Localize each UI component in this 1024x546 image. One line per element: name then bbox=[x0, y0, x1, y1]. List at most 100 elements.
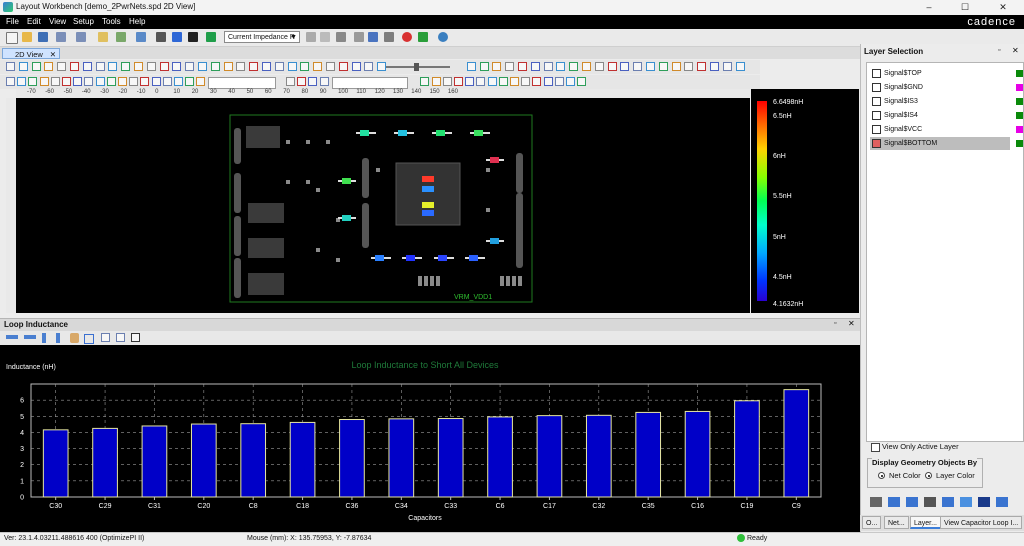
toolbar-button-icon[interactable] bbox=[543, 77, 553, 86]
toolbar-button-icon[interactable] bbox=[185, 77, 195, 86]
menu-help[interactable]: Help bbox=[129, 17, 145, 26]
toolbar-button-icon[interactable] bbox=[465, 77, 475, 86]
toolbar-button-icon[interactable] bbox=[479, 62, 489, 71]
bar-c29[interactable] bbox=[92, 427, 118, 498]
toolbar-button-icon[interactable] bbox=[174, 77, 183, 86]
net-color-radio[interactable] bbox=[878, 472, 885, 479]
toolbar-button-icon[interactable] bbox=[313, 62, 323, 71]
bar-c18[interactable] bbox=[289, 421, 316, 498]
layer-tool-icon[interactable] bbox=[888, 497, 900, 507]
folder-icon[interactable] bbox=[98, 32, 108, 42]
toolbar-button-icon[interactable] bbox=[297, 77, 307, 86]
toolbar-button-icon[interactable] bbox=[442, 77, 452, 86]
toolbar-button-icon[interactable] bbox=[620, 62, 630, 71]
toolbar-button-icon[interactable] bbox=[57, 62, 67, 71]
toolbar-button-icon[interactable] bbox=[487, 77, 497, 86]
maximize-button[interactable]: ☐ bbox=[952, 1, 978, 14]
toolbar-button-icon[interactable] bbox=[454, 77, 463, 86]
toolbar-button-icon[interactable] bbox=[129, 77, 139, 86]
pan-hand-icon[interactable] bbox=[70, 333, 79, 343]
tab-view-capacitor-loop[interactable]: View Capacitor Loop I... bbox=[940, 516, 1023, 529]
report-icon[interactable] bbox=[206, 32, 216, 42]
layer-row-vcc[interactable]: Signal$VCC bbox=[870, 123, 1023, 136]
close-button[interactable]: ✕ bbox=[990, 1, 1016, 14]
toolbar-button-icon[interactable] bbox=[108, 62, 118, 71]
toolbar-button-icon[interactable] bbox=[28, 77, 38, 86]
copy-icon[interactable] bbox=[354, 32, 364, 42]
toolbar-button-icon[interactable] bbox=[140, 77, 150, 86]
bar-c6[interactable] bbox=[487, 416, 513, 498]
layer-visibility-icon[interactable] bbox=[872, 125, 881, 134]
toolbar-button-icon[interactable] bbox=[646, 62, 655, 71]
export-icon[interactable] bbox=[136, 32, 146, 42]
layer-row-gnd[interactable]: Signal$GND bbox=[870, 81, 1023, 94]
menu-setup[interactable]: Setup bbox=[73, 17, 94, 26]
play-icon[interactable] bbox=[172, 32, 182, 42]
zoom-fit-icon[interactable] bbox=[116, 333, 125, 342]
toolbar-button-icon[interactable] bbox=[697, 62, 707, 71]
toolbar-button-icon[interactable] bbox=[82, 62, 92, 71]
toolbar-button-icon[interactable] bbox=[351, 62, 361, 71]
layer-row-is4[interactable]: Signal$IS4 bbox=[870, 109, 1023, 122]
toolbar-button-icon[interactable] bbox=[658, 62, 668, 71]
bar-c8[interactable] bbox=[240, 423, 267, 498]
layer-tool-icon[interactable] bbox=[942, 497, 954, 507]
layer-visibility-icon[interactable] bbox=[872, 83, 881, 92]
toolbar-button-icon[interactable] bbox=[556, 62, 566, 71]
toolbar-button-icon[interactable] bbox=[162, 77, 172, 86]
tab-options[interactable]: O... bbox=[862, 516, 882, 529]
layer-tool-icon[interactable] bbox=[870, 497, 882, 507]
toolbar-button-icon[interactable] bbox=[121, 62, 131, 71]
transparency-slider[interactable] bbox=[386, 63, 450, 71]
toolbar-button-icon[interactable] bbox=[543, 62, 553, 71]
bar-c17[interactable] bbox=[536, 415, 563, 498]
toolbar-button-icon[interactable] bbox=[18, 62, 28, 71]
undo-icon[interactable] bbox=[56, 32, 66, 42]
layer-tool-icon[interactable] bbox=[978, 497, 990, 507]
toolbar-button-icon[interactable] bbox=[210, 62, 220, 71]
toolbar-button-icon[interactable] bbox=[31, 62, 41, 71]
bar-c31[interactable] bbox=[141, 425, 168, 498]
toolbar-button-icon[interactable] bbox=[196, 77, 206, 86]
gear-icon[interactable] bbox=[438, 32, 448, 42]
net-select[interactable] bbox=[332, 77, 408, 89]
toolbar-button-icon[interactable] bbox=[223, 62, 233, 71]
toolbar-button-icon[interactable] bbox=[6, 62, 15, 71]
layer-visibility-icon[interactable] bbox=[872, 97, 881, 106]
toolbar-button-icon[interactable] bbox=[554, 77, 564, 86]
toolbar-button-icon[interactable] bbox=[326, 62, 335, 71]
toolbar-button-icon[interactable] bbox=[151, 77, 161, 86]
layer-tool-icon[interactable] bbox=[996, 497, 1008, 507]
toolbar-button-icon[interactable] bbox=[236, 62, 246, 71]
toolbar-button-icon[interactable] bbox=[710, 62, 719, 71]
toolbar-button-icon[interactable] bbox=[566, 77, 575, 86]
menu-file[interactable]: File bbox=[6, 17, 19, 26]
layer-tool-icon[interactable] bbox=[906, 497, 918, 507]
new-icon[interactable] bbox=[6, 32, 18, 44]
toolbar-button-icon[interactable] bbox=[300, 62, 310, 71]
toolbar-button-icon[interactable] bbox=[17, 77, 27, 86]
toolbar-button-icon[interactable] bbox=[505, 62, 515, 71]
tool-icon-c[interactable] bbox=[384, 32, 394, 42]
toolbar-button-icon[interactable] bbox=[722, 62, 732, 71]
toolbar-button-icon[interactable] bbox=[521, 77, 531, 86]
pin-icon[interactable] bbox=[306, 32, 316, 42]
tab-layer[interactable]: Layer... bbox=[910, 516, 941, 529]
tool-icon-b[interactable] bbox=[336, 32, 346, 42]
toolbar-button-icon[interactable] bbox=[420, 77, 430, 86]
toolbar-button-icon[interactable] bbox=[6, 77, 15, 86]
paste-icon[interactable] bbox=[368, 32, 378, 42]
toolbar-button-icon[interactable] bbox=[73, 77, 83, 86]
toolbar-button-icon[interactable] bbox=[577, 77, 587, 86]
toolbar-button-icon[interactable] bbox=[70, 62, 79, 71]
toolbar-button-icon[interactable] bbox=[118, 77, 127, 86]
restore-icon[interactable]: ▫ bbox=[998, 47, 1000, 54]
record-icon[interactable] bbox=[402, 32, 412, 42]
toolbar-button-icon[interactable] bbox=[532, 77, 542, 86]
import-icon[interactable] bbox=[116, 32, 126, 42]
zoom-in-icon[interactable] bbox=[84, 334, 94, 344]
toolbar-button-icon[interactable] bbox=[95, 77, 105, 86]
bar-c16[interactable] bbox=[684, 410, 711, 498]
toolbar-button-icon[interactable] bbox=[134, 62, 143, 71]
fit-height-icon[interactable] bbox=[42, 333, 46, 343]
